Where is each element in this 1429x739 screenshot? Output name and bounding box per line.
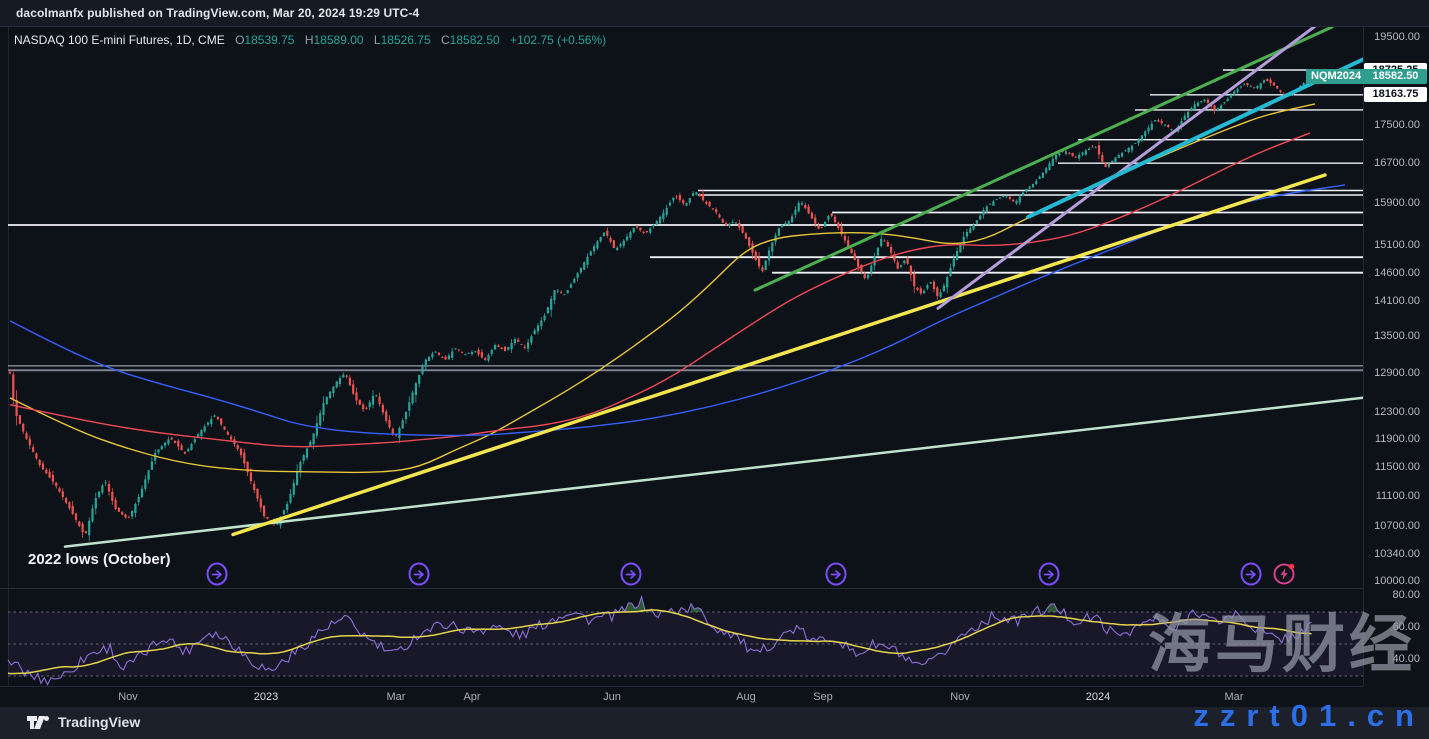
ohlc-low-value: 18526.75 — [381, 33, 431, 47]
price-axis-tick: 13500.00 — [1364, 330, 1429, 342]
price-axis-tick: 15100.00 — [1364, 239, 1429, 251]
price-axis-tick: 10000.00 — [1364, 575, 1429, 587]
price-axis-tick: 19500.00 — [1364, 31, 1429, 43]
time-axis-label: Mar — [387, 691, 406, 703]
ohlc-open-value: 18539.75 — [244, 33, 294, 47]
price-axis-tick: 12900.00 — [1364, 367, 1429, 379]
price-chart-canvas[interactable] — [0, 27, 1363, 588]
ohlc-high-key: H — [305, 33, 314, 47]
rsi-axis-tick: 40.00 — [1364, 653, 1429, 665]
idea-marker-icon[interactable] — [1242, 564, 1261, 585]
idea-marker-icon[interactable] — [622, 564, 641, 585]
price-axis-tick: 11100.00 — [1364, 490, 1429, 502]
price-axis-tick: 17500.00 — [1364, 119, 1429, 131]
chart-annotation: 2022 lows (October) — [28, 551, 171, 568]
rsi-axis-tick: 60.00 — [1364, 621, 1429, 633]
chart-legend: NASDAQ 100 E-mini Futures, 1D, CME O1853… — [14, 33, 606, 47]
change-value: +102.75 (+0.56%) — [510, 33, 606, 47]
idea-marker-icon[interactable] — [410, 564, 429, 585]
rsi-pane — [0, 588, 1363, 686]
attribution-text: dacolmanfx published on TradingView.com,… — [16, 6, 419, 20]
tradingview-published-chart: dacolmanfx published on TradingView.com,… — [0, 0, 1429, 739]
time-axis[interactable]: Nov 2023 Mar Apr Jun Aug Sep Nov 2024 Mar — [0, 686, 1363, 707]
footer-bar: TradingView — [0, 707, 1429, 739]
price-axis-tick: 14100.00 — [1364, 295, 1429, 307]
ohlc-low-key: L — [374, 33, 381, 47]
purple-fan-trendline[interactable] — [938, 27, 1318, 308]
price-axis-tick: 15900.00 — [1364, 197, 1429, 209]
rsi-canvas[interactable] — [0, 589, 1363, 687]
flash-marker-icon[interactable] — [1275, 564, 1295, 584]
idea-marker-icon[interactable] — [827, 564, 846, 585]
time-axis-label: Aug — [736, 691, 756, 703]
series-price-flag[interactable]: NQM2024 — [1306, 69, 1366, 84]
time-axis-label: Nov — [950, 691, 970, 703]
level-price-badge: 18163.75 — [1364, 87, 1427, 102]
price-axis-tick: 11500.00 — [1364, 461, 1429, 473]
time-axis-label: Jun — [603, 691, 621, 703]
time-axis-label: Mar — [1225, 691, 1244, 703]
time-axis-label: Sep — [813, 691, 833, 703]
rsi-axis-tick: 80.00 — [1364, 589, 1429, 601]
price-axis-tick: 10340.00 — [1364, 548, 1429, 560]
idea-marker-icon[interactable] — [1040, 564, 1059, 585]
ohlc-close-value: 18582.50 — [450, 33, 500, 47]
time-axis-label: 2023 — [254, 691, 278, 703]
time-axis-label: 2024 — [1086, 691, 1110, 703]
idea-marker-icon[interactable] — [208, 564, 227, 585]
slow-ma[interactable] — [10, 185, 1345, 435]
attribution-bar: dacolmanfx published on TradingView.com,… — [0, 0, 1429, 27]
time-axis-label: Nov — [118, 691, 138, 703]
symbol-title: NASDAQ 100 E-mini Futures, 1D, CME — [14, 33, 225, 47]
price-axis-tick: 12300.00 — [1364, 406, 1429, 418]
price-axis-tick: 16700.00 — [1364, 157, 1429, 169]
price-axis-tick: 10700.00 — [1364, 520, 1429, 532]
mid-ma[interactable] — [10, 133, 1310, 447]
price-axis-tick: 11900.00 — [1364, 433, 1429, 445]
price-axis-tick: 14600.00 — [1364, 267, 1429, 279]
ohlc-high-value: 18589.00 — [314, 33, 364, 47]
ohlc-close-key: C — [441, 33, 450, 47]
tradingview-logo-icon — [27, 715, 51, 730]
price-axis[interactable]: 80.00 60.00 40.00 19500.00 17500.00 16700.00 1… — [1363, 27, 1429, 686]
last-price-badge: 18582.50 — [1364, 69, 1427, 84]
tradingview-brand-label: TradingView — [58, 714, 140, 730]
time-axis-label: Apr — [463, 691, 480, 703]
tradingview-brand[interactable]: TradingView — [27, 714, 140, 730]
